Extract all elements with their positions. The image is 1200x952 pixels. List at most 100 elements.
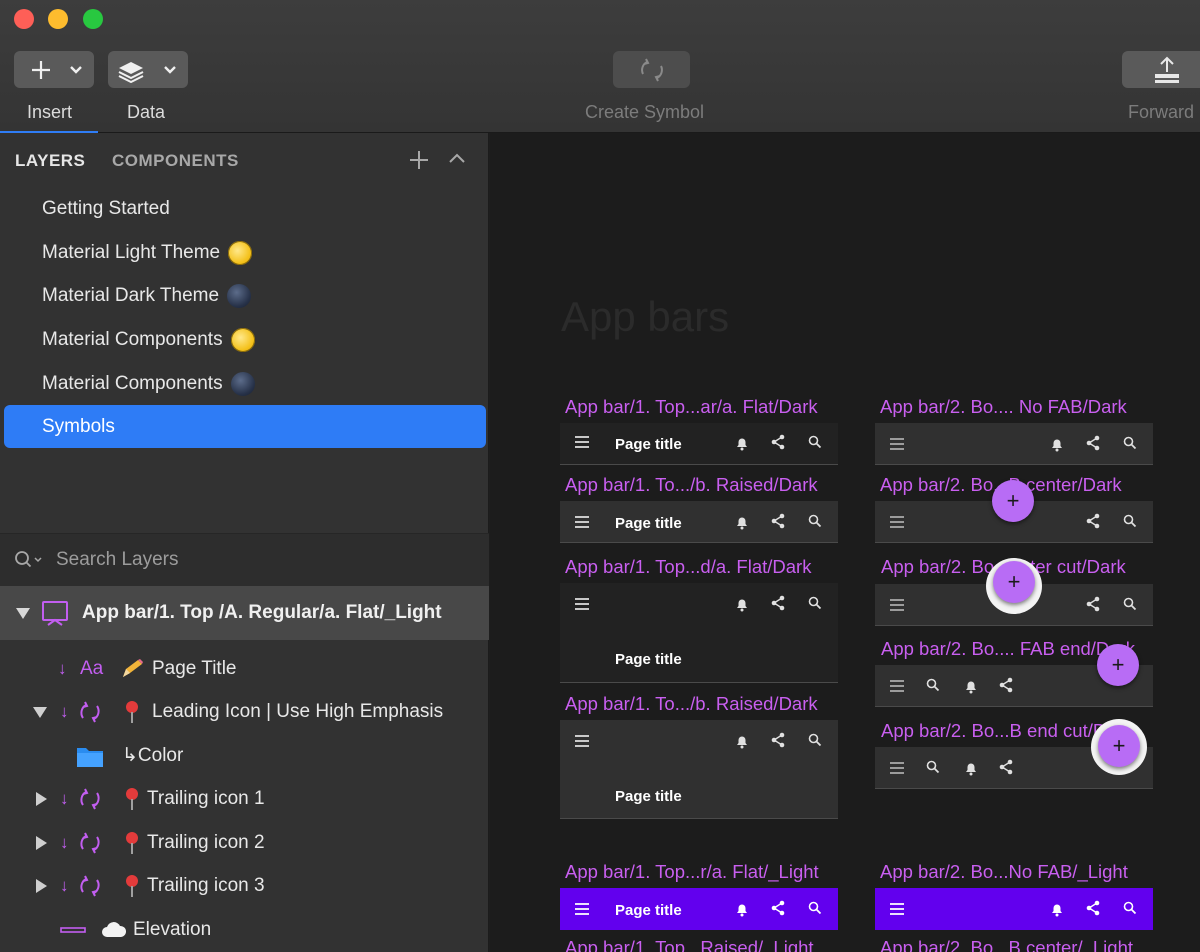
add-page-icon[interactable] [408, 149, 430, 176]
layer-trailing-icon-1[interactable]: ↓ Trailing icon 1 [0, 777, 489, 820]
sketch-window: Insert Data Create Symbol Forward LAYERS… [0, 0, 1200, 952]
collapse-pages-icon[interactable] [447, 151, 467, 170]
page-item-getting-started[interactable]: Getting Started [4, 187, 486, 230]
page-label: Material Components [42, 328, 223, 350]
symbol-title: App bar/1. Top /A. Regular/a. Flat/_Ligh… [82, 602, 442, 623]
minimize-window-button[interactable] [48, 9, 68, 29]
share-icon [1085, 435, 1101, 456]
create-symbol-button[interactable] [613, 51, 690, 88]
insert-button[interactable] [14, 51, 94, 88]
symbol-label[interactable]: App bar/1. Top...d/a. Flat/Dark [565, 556, 811, 578]
bell-icon [963, 760, 979, 781]
menu-icon [889, 597, 905, 618]
app-bar-top-flat-dark[interactable]: Page title [560, 423, 838, 465]
app-bar-bottom-no-fab-dark[interactable] [875, 423, 1153, 465]
disclosure-open-icon[interactable] [15, 606, 31, 620]
symbol-label[interactable]: App bar/2. Bo...B center/_Light [880, 937, 1133, 952]
layer-page-title[interactable]: ↓ Aa Page Title [0, 647, 489, 690]
app-bar-top-prominent-raised-dark[interactable]: Page title [560, 720, 838, 819]
search-icon [926, 760, 940, 779]
fab-add-button[interactable]: + [993, 561, 1035, 603]
search-icon [808, 733, 822, 752]
page-item-material-components-light[interactable]: Material Components [4, 318, 486, 361]
tab-layers[interactable]: LAYERS [15, 151, 85, 171]
search-icon [1123, 597, 1137, 616]
page-label: Getting Started [42, 197, 170, 219]
symbol-label[interactable]: App bar/1. Top...ar/a. Flat/Dark [565, 396, 818, 418]
cloud-icon [102, 921, 127, 937]
bell-icon [734, 514, 750, 535]
menu-icon [574, 901, 590, 922]
data-label: Data [127, 102, 166, 122]
search-icon [1123, 514, 1137, 533]
override-arrow-icon: ↓ [60, 701, 69, 721]
artboard-canvas[interactable]: App bars App bar/1. Top...ar/a. Flat/Dar… [490, 133, 1200, 952]
layer-label: Elevation [133, 918, 212, 940]
page-item-material-dark-theme[interactable]: Material Dark Theme [4, 274, 486, 317]
share-icon [770, 900, 786, 921]
disclosure-closed-icon[interactable] [34, 835, 48, 851]
layer-trailing-icon-2[interactable]: ↓ Trailing icon 2 [0, 821, 489, 864]
symbol-label[interactable]: App bar/1. To.../b. Raised/Dark [565, 474, 818, 496]
page-item-material-light-theme[interactable]: Material Light Theme [4, 231, 486, 274]
layer-elevation[interactable]: Elevation [0, 908, 489, 951]
symbol-label[interactable]: App bar/2. Bo...No FAB/_Light [880, 861, 1128, 883]
symbol-label[interactable]: App bar/2. Bo.... No FAB/Dark [880, 396, 1127, 418]
search-icon [1123, 901, 1137, 920]
override-arrow-icon: ↓ [60, 832, 69, 852]
close-window-button[interactable] [14, 9, 34, 29]
share-icon [770, 434, 786, 455]
create-symbol-label: Create Symbol [585, 102, 705, 122]
search-layers-input[interactable] [56, 549, 436, 571]
menu-icon [574, 514, 590, 535]
symbol-layer-header[interactable]: App bar/1. Top /A. Regular/a. Flat/_Ligh… [0, 586, 489, 640]
forward-button[interactable] [1122, 51, 1200, 88]
app-bar-top-raised-dark[interactable]: Page title [560, 501, 838, 543]
symbol-label[interactable]: App bar/1. To.../b. Raised/Dark [565, 693, 818, 715]
toolbar: Insert Data Create Symbol Forward [0, 0, 1200, 134]
fab-add-button[interactable]: + [992, 480, 1034, 522]
page-item-symbols[interactable]: Symbols [4, 405, 486, 448]
app-bar-bottom-no-fab-light[interactable] [875, 888, 1153, 930]
fab-add-button[interactable]: + [1098, 725, 1140, 767]
layer-label: Trailing icon 1 [147, 787, 265, 809]
symbol-label[interactable]: App bar/1. Top...r/a. Flat/_Light [565, 861, 819, 883]
search-icon [15, 551, 42, 568]
share-icon [998, 759, 1014, 780]
moon-icon [230, 371, 255, 396]
bell-icon [734, 901, 750, 922]
override-arrow-icon: ↓ [60, 788, 69, 808]
menu-icon [574, 733, 590, 754]
zoom-window-button[interactable] [83, 9, 103, 29]
layer-trailing-icon-3[interactable]: ↓ Trailing icon 3 [0, 864, 489, 907]
page-label: Material Dark Theme [42, 284, 220, 306]
share-icon [770, 513, 786, 534]
search-layers-bar [0, 534, 489, 586]
search-icon [808, 514, 822, 533]
symbol-label[interactable]: App bar/2. Bo.... FAB end/Dark [881, 638, 1135, 660]
symbol-label[interactable]: App bar/1. Top...Raised/_Light [565, 937, 814, 952]
share-icon [770, 732, 786, 753]
bell-icon [1049, 901, 1065, 922]
fab-add-button[interactable]: + [1097, 644, 1139, 686]
pin-icon [126, 787, 138, 810]
search-icon [808, 596, 822, 615]
app-bar-top-prominent-flat-dark[interactable]: Page title [560, 583, 838, 683]
layer-leading-icon[interactable]: ↓ Leading Icon | Use High Emphasis [0, 690, 489, 733]
disclosure-closed-icon[interactable] [34, 791, 48, 807]
page-title-text: Page title [615, 436, 682, 453]
page-item-material-components-dark[interactable]: Material Components [4, 362, 486, 405]
data-button[interactable] [108, 51, 188, 88]
shape-layer-icon [60, 926, 86, 933]
tab-components[interactable]: COMPONENTS [112, 151, 239, 171]
disclosure-closed-icon[interactable] [34, 878, 48, 894]
layer-color[interactable]: ↳Color [0, 734, 489, 777]
bell-icon [1049, 436, 1065, 457]
disclosure-open-icon[interactable] [32, 705, 48, 719]
share-icon [1085, 513, 1101, 534]
sun-icon [228, 240, 253, 265]
menu-icon [889, 514, 905, 535]
share-icon [1085, 596, 1101, 617]
app-bar-top-flat-light[interactable]: Page title [560, 888, 838, 930]
symbol-sync-icon [640, 58, 663, 81]
